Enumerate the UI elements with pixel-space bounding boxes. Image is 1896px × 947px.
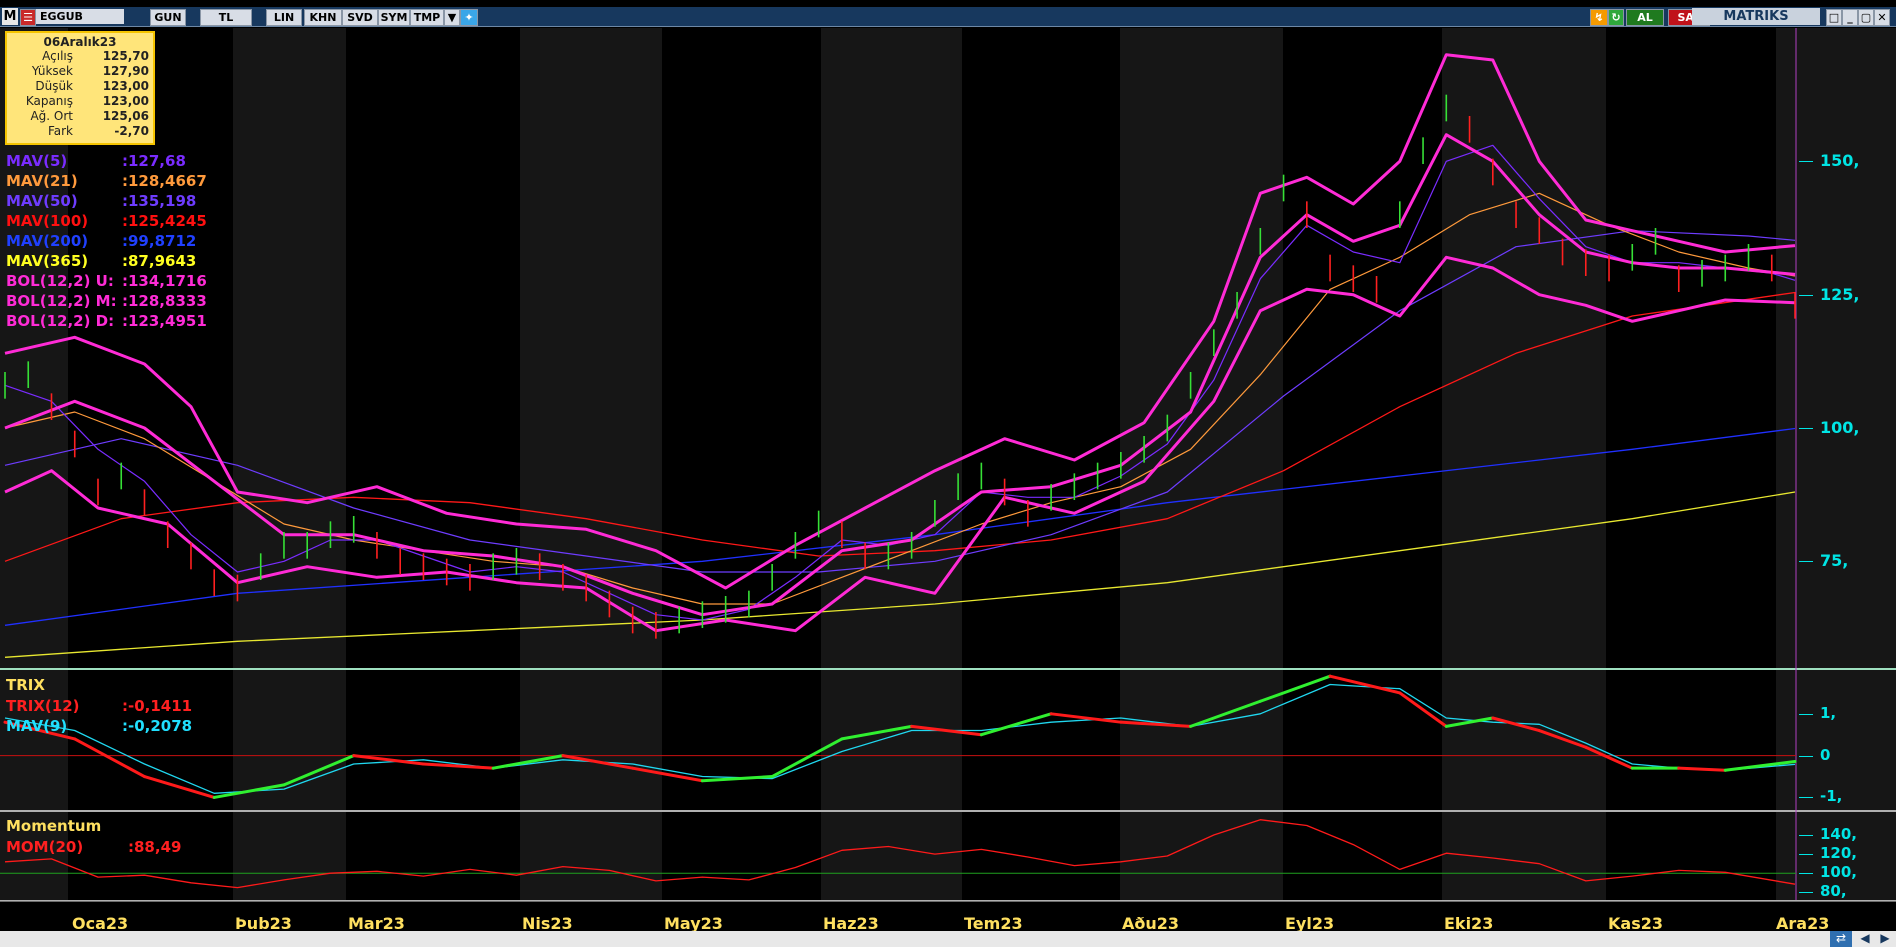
scroll-left-icon[interactable]: ◀ — [1856, 931, 1874, 947]
legend-name: MOM(20) — [6, 838, 84, 856]
ohlc-value: 123,00 — [102, 79, 149, 93]
axis-tick — [1799, 561, 1813, 563]
legend-name: MAV(9) — [6, 717, 68, 735]
legend-name: BOL(12,2) U: — [6, 272, 114, 290]
ohlc-label: Düşük — [35, 79, 73, 93]
legend-value: :135,198 — [122, 192, 197, 210]
ohlc-label: Kapanış — [25, 94, 73, 108]
axis-tick-label: 140, — [1820, 825, 1858, 844]
ohlc-row: Kapanış 123,00 — [11, 94, 151, 109]
axis-tick — [1799, 892, 1813, 894]
legend-name: MAV(100) — [6, 212, 89, 230]
legend-value: :128,8333 — [122, 292, 207, 310]
ohlc-row: Ağ. Ort 125,06 — [11, 109, 151, 124]
axis-tick — [1799, 854, 1813, 856]
axis-tick-label: 80, — [1820, 882, 1847, 901]
axis-tick-label: 75, — [1820, 551, 1849, 571]
ohlc-label: Yüksek — [31, 64, 73, 78]
ohlc-value: 125,06 — [102, 109, 149, 123]
axis-tick — [1799, 755, 1813, 757]
legend-name: MAV(200) — [6, 232, 89, 250]
legend-value: :-0,1411 — [122, 697, 193, 715]
legend-name: BOL(12,2) D: — [6, 312, 115, 330]
ohlc-row: Fark -2,70 — [11, 124, 151, 139]
axis-tick — [1799, 294, 1813, 296]
legend-value: :87,9643 — [122, 252, 197, 270]
axis-tick — [1799, 873, 1813, 875]
legend-value: :99,8712 — [122, 232, 197, 250]
sync-icon[interactable]: ⇄ — [1830, 931, 1852, 947]
chart-canvas[interactable] — [0, 0, 1896, 947]
ohlc-label: Ağ. Ort — [30, 109, 73, 123]
ohlc-label: Açılış — [42, 49, 73, 63]
ohlc-value: 123,00 — [102, 94, 149, 108]
scroll-right-icon[interactable]: ▶ — [1876, 931, 1894, 947]
axis-tick — [1799, 835, 1813, 837]
axis-tick-label: 100, — [1820, 418, 1860, 437]
ohlc-date: 06Aralık23 — [43, 35, 117, 49]
legend-value: :-0,2078 — [122, 717, 193, 735]
legend-value: :134,1716 — [122, 272, 207, 290]
ohlc-value: -2,70 — [114, 124, 149, 138]
axis-tick-label: -1, — [1820, 787, 1843, 806]
status-bar: ⇄ ◀ ▶ — [0, 931, 1896, 947]
legend-name: MAV(21) — [6, 172, 78, 190]
axis-tick — [1799, 713, 1813, 715]
month-band — [233, 28, 346, 900]
ohlc-info-box: 06Aralık23 Açılış 125,70 Yüksek 127,90 Düş… — [5, 31, 155, 145]
ohlc-value: 125,70 — [102, 49, 149, 63]
ohlc-row: Düşük 123,00 — [11, 79, 151, 94]
legend-value: :125,4245 — [122, 212, 207, 230]
axis-tick-label: 0 — [1820, 745, 1831, 764]
legend-name: MAV(365) — [6, 252, 89, 270]
month-band — [821, 28, 962, 900]
axis-tick-label: 150, — [1820, 151, 1860, 171]
legend-name: MAV(50) — [6, 192, 78, 210]
trix-title: TRIX — [6, 676, 45, 694]
ohlc-label: Fark — [47, 124, 73, 138]
legend-name: BOL(12,2) M: — [6, 292, 117, 310]
month-band — [962, 28, 1120, 900]
legend-name: TRIX(12) — [6, 697, 80, 715]
axis-tick-label: 1, — [1820, 703, 1837, 722]
legend-value: :88,49 — [128, 838, 182, 856]
ohlc-row: Açılış 125,70 — [11, 49, 151, 64]
month-band — [1442, 28, 1606, 900]
ohlc-value: 127,90 — [102, 64, 149, 78]
axis-tick — [1799, 428, 1813, 429]
axis-tick-label: 125, — [1820, 284, 1860, 304]
axis-tick — [1799, 797, 1813, 799]
axis-tick-label: 120, — [1820, 844, 1858, 863]
legend-name: MAV(5) — [6, 152, 68, 170]
legend-value: :123,4951 — [122, 312, 207, 330]
legend-value: :128,4667 — [122, 172, 207, 190]
ohlc-row: Yüksek 127,90 — [11, 64, 151, 79]
axis-tick-label: 100, — [1820, 863, 1858, 882]
trix-segment — [1677, 766, 1727, 772]
ohlc-table: Açılış 125,70 Yüksek 127,90 Düşük 123,00 Ka… — [11, 49, 151, 139]
legend-value: :127,68 — [122, 152, 186, 170]
axis-tick — [1799, 161, 1813, 163]
month-band — [1283, 28, 1442, 900]
date-axis: Oca23 Þub23 Mar23 Nis23 May23 Haz23 Tem23 Aðu23… — [0, 901, 1896, 933]
momentum-title: Momentum — [6, 817, 102, 835]
